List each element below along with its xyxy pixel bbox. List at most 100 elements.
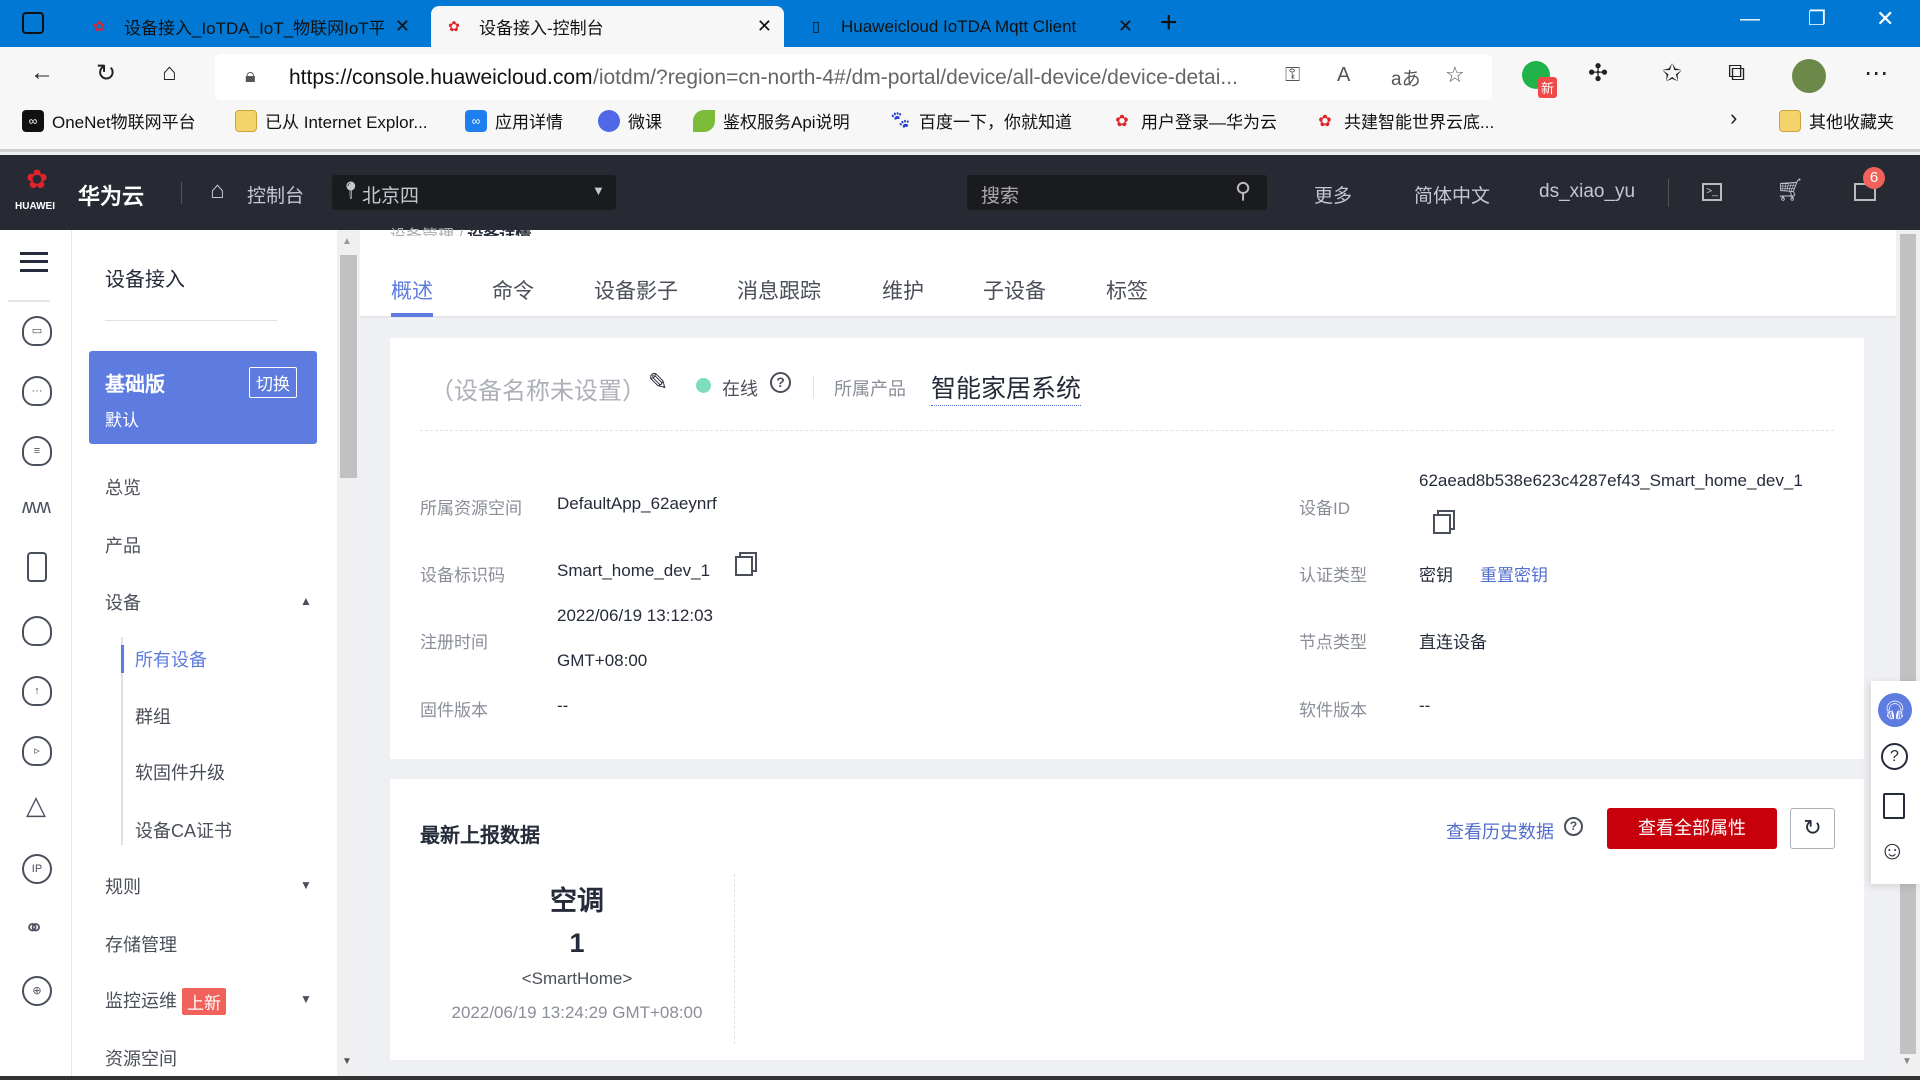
- cloud-device-icon[interactable]: ▭: [22, 316, 52, 346]
- bookmark-api-doc[interactable]: 鉴权服务Api说明: [693, 108, 850, 133]
- sidebar-scrollbar[interactable]: ▲ ▼: [337, 230, 360, 1076]
- address-bar[interactable]: 🔒︎ https://console.huaweicloud.com /iotd…: [215, 54, 1492, 100]
- more-icon[interactable]: ⋯: [1864, 59, 1888, 88]
- close-tab-icon[interactable]: ✕: [1118, 16, 1133, 37]
- pyramid-icon[interactable]: △: [26, 790, 46, 821]
- page-scrollbar[interactable]: ▼: [1896, 230, 1920, 1076]
- history-data-link[interactable]: 查看历史数据: [1446, 818, 1554, 844]
- browser-tab-3[interactable]: ▯ Huaweicloud IoTDA Mqtt Client ✕: [793, 6, 1145, 47]
- copy-icon[interactable]: [735, 556, 753, 576]
- scroll-down-icon[interactable]: ▼: [342, 1056, 352, 1067]
- scroll-down-icon[interactable]: ▼: [1902, 1056, 1912, 1067]
- smiley-icon[interactable]: ☺: [1879, 835, 1906, 866]
- sidebar-item-ca-cert[interactable]: 设备CA证书: [135, 817, 232, 843]
- customer-service-icon[interactable]: 🎧︎: [1878, 693, 1912, 727]
- minimize-button[interactable]: —: [1740, 8, 1760, 31]
- sidebar-item-resource-space[interactable]: 资源空间: [105, 1045, 177, 1071]
- add-favorite-icon[interactable]: ☆: [1445, 62, 1465, 88]
- restore-button[interactable]: ❐: [1808, 6, 1826, 31]
- extensions-icon[interactable]: ✣: [1588, 59, 1608, 88]
- switch-edition-button[interactable]: 切换: [249, 367, 297, 398]
- help-icon[interactable]: ?: [1881, 743, 1908, 770]
- chevron-down-icon[interactable]: ▼: [300, 878, 312, 892]
- tab-child-devices[interactable]: 子设备: [983, 275, 1046, 305]
- refresh-button[interactable]: ↻: [1790, 808, 1835, 849]
- sidebar-item-devices[interactable]: 设备: [105, 589, 141, 615]
- refresh-icon[interactable]: ↻: [96, 59, 116, 88]
- favorites-icon[interactable]: ✩: [1662, 59, 1682, 88]
- tab-overview[interactable]: 概述: [391, 275, 433, 305]
- sidebar-item-monitoring[interactable]: 监控运维: [105, 987, 177, 1013]
- search-input[interactable]: 搜索 ⚲: [967, 175, 1267, 210]
- chevron-up-icon[interactable]: ▲: [300, 594, 312, 608]
- scrollbar-thumb[interactable]: [1900, 234, 1916, 1054]
- huawei-logo[interactable]: ✿: [17, 165, 57, 193]
- bookmark-huawei-login[interactable]: ✿ 用户登录—华为云: [1111, 108, 1277, 133]
- chevron-right-icon[interactable]: ›: [1730, 105, 1737, 131]
- tab-actions-icon[interactable]: [22, 12, 44, 34]
- bookmark-app-detail[interactable]: ∞ 应用详情: [465, 108, 563, 133]
- translate-icon[interactable]: aあ: [1391, 64, 1421, 91]
- bookmark-baidu[interactable]: 🐾︎ 百度一下，你就知道: [889, 108, 1072, 133]
- new-tab-button[interactable]: +: [1160, 6, 1178, 40]
- bookmark-weike[interactable]: 微课: [598, 108, 662, 133]
- search-icon[interactable]: ⚲: [1235, 178, 1251, 204]
- sidebar-item-ota[interactable]: 软固件升级: [135, 759, 225, 785]
- tab-tags[interactable]: 标签: [1106, 275, 1148, 305]
- cloud-icon[interactable]: [22, 616, 52, 646]
- region-select[interactable]: 📍︎ 北京四 ▼: [332, 175, 616, 210]
- copy-icon[interactable]: [1433, 514, 1451, 534]
- user-menu[interactable]: ds_xiao_yu: [1539, 181, 1635, 203]
- product-link[interactable]: 智能家居系统: [931, 369, 1082, 406]
- sidebar-item-all-devices[interactable]: 所有设备: [135, 646, 207, 672]
- terminal-icon[interactable]: >_: [1702, 183, 1722, 201]
- language-menu[interactable]: 简体中文: [1414, 181, 1490, 208]
- cloud-storage-icon[interactable]: ≡: [22, 436, 52, 466]
- browser-tab-1[interactable]: ✿ 设备接入_IoTDA_IoT_物联网IoT平 ✕: [76, 6, 422, 47]
- browser-tab-2[interactable]: ✿ 设备接入-控制台 ✕: [431, 6, 784, 47]
- bookmark-ie-folder[interactable]: 已从 Internet Explor...: [235, 108, 428, 133]
- view-all-properties-button[interactable]: 查看全部属性: [1607, 808, 1777, 849]
- read-aloud-icon[interactable]: A: [1337, 64, 1350, 87]
- scrollbar-thumb[interactable]: [340, 255, 357, 478]
- phone-cloud-icon[interactable]: [27, 552, 47, 582]
- help-icon[interactable]: ?: [770, 372, 791, 393]
- collections-icon[interactable]: ⧉: [1728, 59, 1745, 87]
- profile-avatar[interactable]: [1792, 59, 1826, 93]
- globe-icon[interactable]: ⊕: [22, 976, 52, 1006]
- close-tab-icon[interactable]: ✕: [757, 16, 772, 37]
- wave-icon[interactable]: ʍʍ: [22, 496, 51, 519]
- reset-key-link[interactable]: 重置密钥: [1480, 561, 1548, 586]
- ip-icon[interactable]: IP: [22, 854, 52, 884]
- edit-name-icon[interactable]: ✎: [648, 368, 668, 397]
- lock-icon[interactable]: 🔒︎: [245, 65, 256, 88]
- sidebar-item-storage[interactable]: 存储管理: [105, 931, 177, 957]
- cloud-edge-icon[interactable]: ▹: [22, 736, 52, 766]
- tab-message-trace[interactable]: 消息跟踪: [737, 275, 821, 305]
- bookmark-onenet[interactable]: ∞ OneNet物联网平台: [22, 108, 196, 133]
- sidebar-item-overview[interactable]: 总览: [105, 474, 141, 500]
- other-bookmarks[interactable]: 其他收藏夹: [1779, 108, 1894, 133]
- sidebar-item-rules[interactable]: 规则: [105, 873, 141, 899]
- sidebar-item-products[interactable]: 产品: [105, 532, 141, 558]
- breadcrumb-item[interactable]: 设备管理: [390, 228, 454, 236]
- back-icon[interactable]: ←: [30, 59, 54, 87]
- cluster-icon[interactable]: ⚭: [24, 914, 44, 943]
- home-icon[interactable]: ⌂: [210, 177, 225, 205]
- close-tab-icon[interactable]: ✕: [395, 16, 410, 37]
- bookmark-huawei-cloud[interactable]: ✿ 共建智能世界云底...: [1314, 108, 1494, 133]
- brand-name[interactable]: 华为云: [78, 179, 144, 211]
- cart-icon[interactable]: 🛒︎: [1776, 177, 1804, 203]
- tab-device-shadow[interactable]: 设备影子: [594, 275, 678, 305]
- more-menu[interactable]: 更多: [1314, 181, 1352, 208]
- key-icon[interactable]: ⚿: [1285, 64, 1300, 87]
- close-window-button[interactable]: ✕: [1876, 6, 1894, 32]
- home-icon[interactable]: ⌂: [162, 59, 177, 87]
- hamburger-menu-icon[interactable]: [20, 252, 48, 272]
- feedback-icon[interactable]: [1883, 793, 1905, 819]
- tab-commands[interactable]: 命令: [492, 275, 534, 305]
- tab-maintenance[interactable]: 维护: [882, 275, 924, 305]
- cloud-upload-icon[interactable]: ↑: [22, 676, 52, 706]
- scroll-up-icon[interactable]: ▲: [342, 236, 352, 247]
- chevron-down-icon[interactable]: ▼: [300, 992, 312, 1006]
